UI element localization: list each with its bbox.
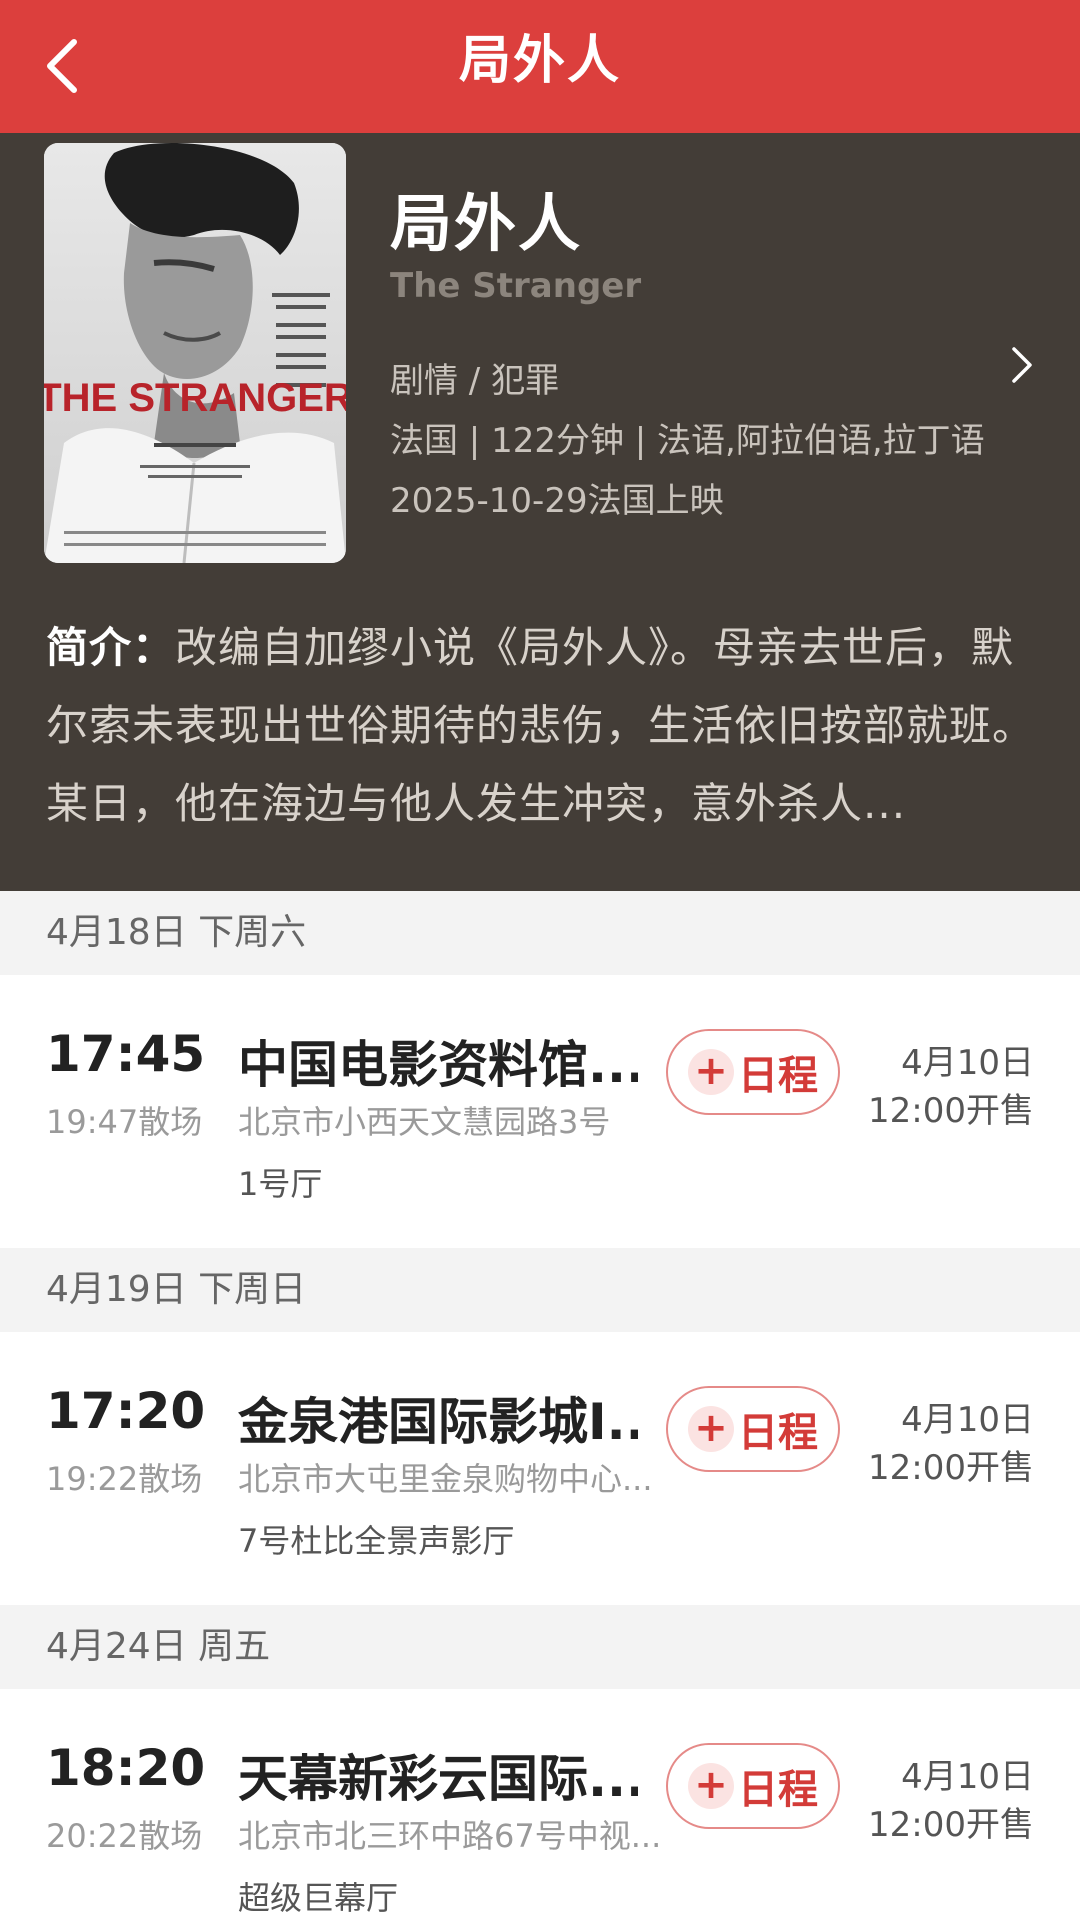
cinema-name: 中国电影资料馆... [238,1036,638,1094]
synopsis-text: 改编自加缪小说《局外人》。母亲去世后，默尔索未表现出世俗期待的悲伤，生活依旧按部… [46,623,1036,828]
hall-name: 1号厅 [238,1165,323,1203]
cinema-name: 天幕新彩云国际... [238,1750,638,1808]
end-time: 19:22散场 [46,1460,203,1498]
start-time: 17:45 [46,1025,206,1083]
movie-detail-button[interactable] [1000,333,1044,397]
movie-title: 局外人 [390,187,583,260]
date-header: 4月24日 周五 [0,1605,1080,1689]
sale-date: 4月10日 [901,1043,1034,1083]
add-schedule-label: 日程 [738,1767,818,1813]
plus-icon: + [688,1049,734,1095]
add-schedule-button[interactable]: + 日程 [666,1386,840,1472]
add-schedule-button[interactable]: + 日程 [666,1029,840,1115]
sale-time: 12:00开售 [868,1448,1034,1488]
cinema-address: 北京市北三环中路67号中视... [238,1817,658,1855]
sale-date: 4月10日 [901,1757,1034,1797]
movie-info-panel: THE STRANGER 局外人 The Stranger 剧情 / 犯罪 法国… [0,133,1080,891]
movie-genre: 剧情 / 犯罪 [390,361,560,401]
movie-release-date: 2025-10-29法国上映 [390,481,724,521]
cinema-address: 北京市大屯里金泉购物中心... [238,1460,653,1498]
movie-synopsis[interactable]: 简介：改编自加缪小说《局外人》。母亲去世后，默尔索未表现出世俗期待的悲伤，生活依… [46,609,1036,843]
showtime-row[interactable]: 17:45 19:47散场 中国电影资料馆... 北京市小西天文慧园路3号 1号… [0,975,1080,1248]
plus-icon: + [688,1763,734,1809]
start-time: 18:20 [46,1739,206,1797]
movie-country-duration-language: 法国 | 122分钟 | 法语,阿拉伯语,拉丁语 [390,421,985,461]
hall-name: 超级巨幕厅 [238,1879,399,1917]
cinema-address: 北京市小西天文慧园路3号 [238,1103,611,1141]
showtime-row[interactable]: 17:20 19:22散场 金泉港国际影城I... 北京市大屯里金泉购物中心..… [0,1332,1080,1605]
chevron-right-icon [1012,347,1032,383]
hall-name: 7号杜比全景声影厅 [238,1522,515,1560]
end-time: 19:47散场 [46,1103,203,1141]
add-schedule-label: 日程 [738,1410,818,1456]
add-schedule-button[interactable]: + 日程 [666,1743,840,1829]
movie-poster[interactable]: THE STRANGER [44,143,346,563]
plus-icon: + [688,1406,734,1452]
top-bar: 局外人 [0,0,1080,133]
date-header: 4月18日 下周六 [0,891,1080,975]
poster-title-text: THE STRANGER [44,376,346,420]
sale-time: 12:00开售 [868,1805,1034,1845]
date-header: 4月19日 下周日 [0,1248,1080,1332]
page-title: 局外人 [458,31,621,91]
end-time: 20:22散场 [46,1817,203,1855]
add-schedule-label: 日程 [738,1053,818,1099]
synopsis-label: 简介： [46,623,176,672]
cinema-name: 金泉港国际影城I... [238,1393,638,1451]
sale-time: 12:00开售 [868,1091,1034,1131]
movie-english-title: The Stranger [390,266,642,306]
poster-image: THE STRANGER [44,143,346,563]
sale-date: 4月10日 [901,1400,1034,1440]
start-time: 17:20 [46,1382,206,1440]
showtime-row[interactable]: 18:20 20:22散场 天幕新彩云国际... 北京市北三环中路67号中视..… [0,1689,1080,1926]
